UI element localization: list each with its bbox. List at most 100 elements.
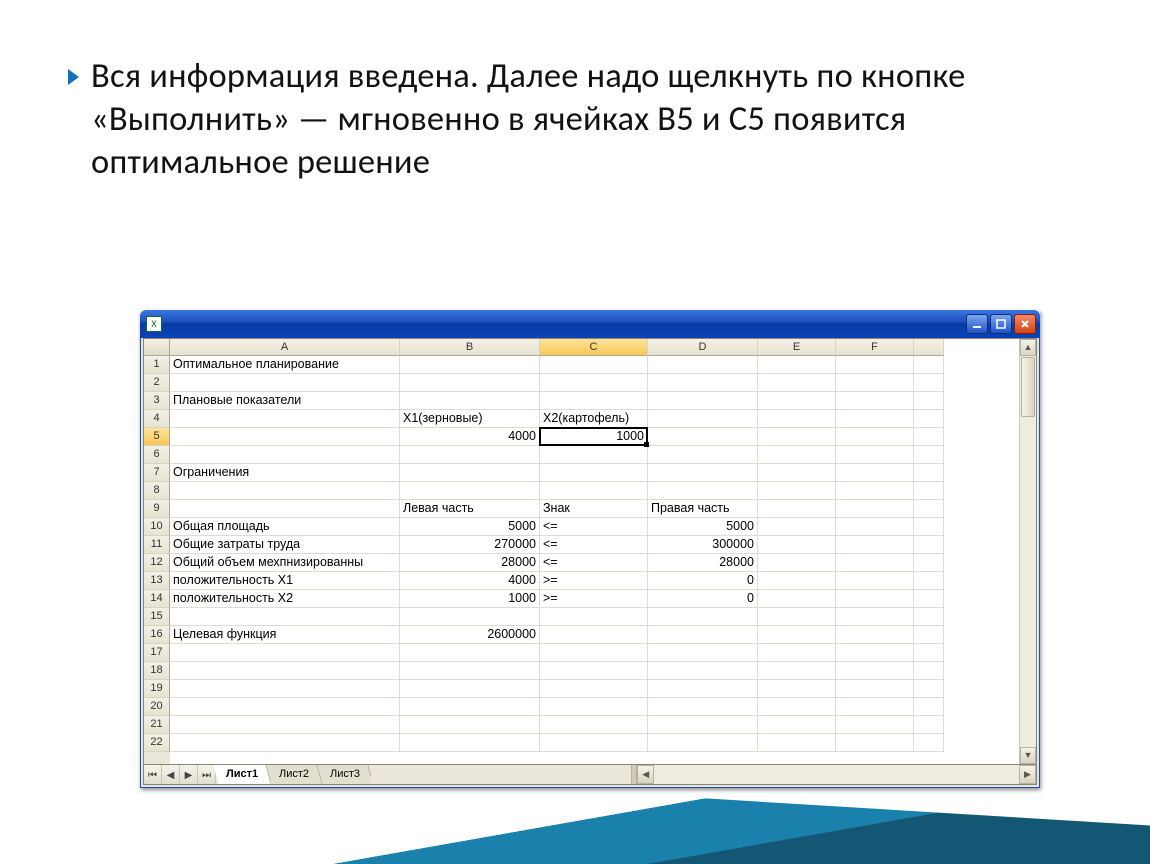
cell[interactable] [914,680,944,698]
scroll-right-icon[interactable]: ▶ [1019,765,1036,784]
row-header[interactable]: 22 [144,734,170,752]
select-all-corner[interactable] [144,339,170,356]
cell[interactable] [400,392,540,410]
cell[interactable] [914,554,944,572]
cell[interactable] [540,392,648,410]
column-header[interactable]: D [648,339,758,356]
cell[interactable] [648,482,758,500]
cell[interactable]: 2600000 [400,626,540,644]
cell[interactable] [914,590,944,608]
cell[interactable] [400,680,540,698]
row-header[interactable]: 2 [144,374,170,392]
cell[interactable] [914,698,944,716]
cell[interactable]: <= [540,518,648,536]
row-header[interactable]: 13 [144,572,170,590]
cell[interactable]: 0 [648,590,758,608]
cell[interactable] [914,374,944,392]
cell[interactable] [914,356,944,374]
column-header[interactable]: A [170,339,400,356]
cell[interactable] [648,716,758,734]
cell[interactable] [836,392,914,410]
row-header[interactable]: 7 [144,464,170,482]
cell[interactable] [540,680,648,698]
cell[interactable] [836,626,914,644]
cell[interactable] [170,608,400,626]
cell[interactable] [836,464,914,482]
cell[interactable]: Целевая функция [170,626,400,644]
cell[interactable] [914,662,944,680]
cell[interactable] [648,644,758,662]
cell[interactable] [648,662,758,680]
cell[interactable] [540,356,648,374]
cell[interactable] [540,644,648,662]
cell[interactable] [836,734,914,752]
row-header[interactable]: 21 [144,716,170,734]
cell[interactable] [400,716,540,734]
cell[interactable]: 300000 [648,536,758,554]
cell[interactable] [170,698,400,716]
scrollbar-thumb[interactable] [1021,357,1035,417]
cell[interactable] [400,446,540,464]
column-header[interactable] [914,339,944,356]
scroll-left-icon[interactable]: ◀ [637,765,654,784]
cell[interactable] [400,698,540,716]
cell[interactable]: <= [540,554,648,572]
sheet-tab-3[interactable]: Лист3 [318,765,374,784]
cell[interactable]: >= [540,590,648,608]
cell[interactable] [836,644,914,662]
cell[interactable] [648,608,758,626]
horizontal-scrollbar[interactable]: ◀ ▶ [637,765,1036,784]
scroll-up-icon[interactable]: ▲ [1020,339,1036,356]
cell[interactable] [836,554,914,572]
cell[interactable]: X1(зерновые) [400,410,540,428]
cell[interactable]: положительность X1 [170,572,400,590]
cell[interactable] [648,374,758,392]
cell[interactable]: 270000 [400,536,540,554]
cell[interactable] [170,644,400,662]
cell[interactable] [170,410,400,428]
cell[interactable] [648,392,758,410]
window-titlebar[interactable]: X [140,310,1040,338]
cell[interactable] [758,554,836,572]
cell[interactable] [836,536,914,554]
cell[interactable] [170,446,400,464]
cell[interactable] [758,428,836,446]
cell[interactable] [400,644,540,662]
cell[interactable] [836,410,914,428]
cell[interactable] [836,356,914,374]
cell[interactable] [836,500,914,518]
cell[interactable] [648,428,758,446]
cell[interactable]: 4000 [400,572,540,590]
row-header[interactable]: 19 [144,680,170,698]
cells-area[interactable]: A B C D E F Оптимальное планирование Пла… [170,339,1019,764]
cell[interactable] [914,392,944,410]
cell[interactable] [540,734,648,752]
row-header[interactable]: 12 [144,554,170,572]
cell[interactable]: Общий объем мехпнизированны [170,554,400,572]
cell[interactable] [648,698,758,716]
cell[interactable] [758,374,836,392]
cell[interactable] [758,626,836,644]
cell[interactable] [758,464,836,482]
row-header[interactable]: 15 [144,608,170,626]
cell[interactable] [836,446,914,464]
row-header[interactable]: 14 [144,590,170,608]
cell[interactable]: Знак [540,500,648,518]
column-header[interactable]: E [758,339,836,356]
cell[interactable] [836,572,914,590]
tab-nav-first-icon[interactable]: ⏮ [144,765,162,784]
cell[interactable] [170,500,400,518]
cell[interactable] [170,428,400,446]
cell[interactable] [914,428,944,446]
cell[interactable] [170,374,400,392]
cell[interactable] [400,662,540,680]
cell[interactable] [836,608,914,626]
cell[interactable] [758,662,836,680]
sheet-tab-2[interactable]: Лист2 [267,765,323,784]
cell[interactable] [758,608,836,626]
cell[interactable]: положительность X2 [170,590,400,608]
cell[interactable] [914,734,944,752]
cell[interactable] [758,644,836,662]
row-header[interactable]: 1 [144,356,170,374]
cell[interactable] [914,626,944,644]
